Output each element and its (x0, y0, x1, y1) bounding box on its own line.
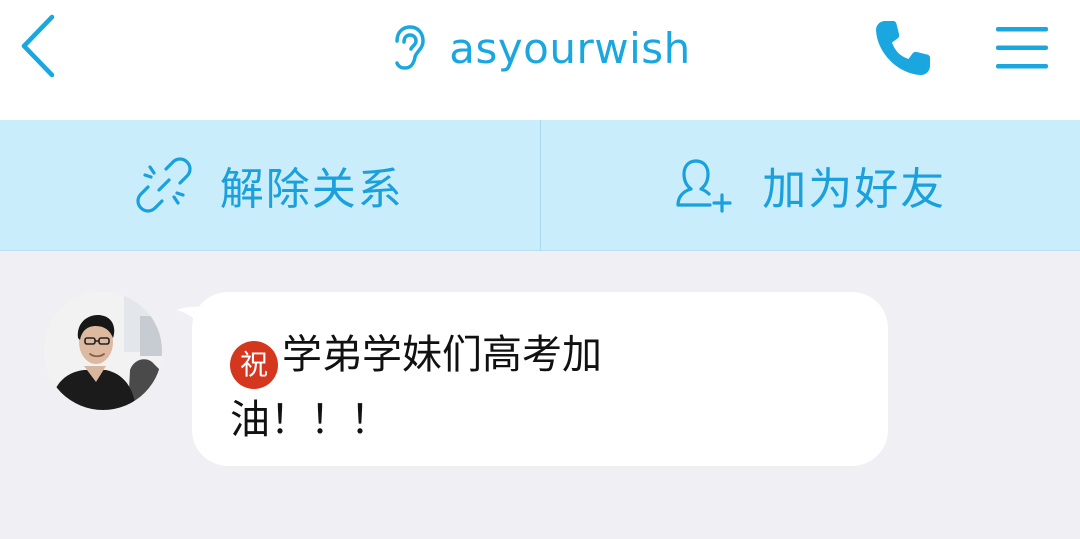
chat-menu-button[interactable] (984, 10, 1060, 86)
back-button[interactable] (10, 10, 66, 82)
chat-message-list: 祝学弟学妹们高考加油！！！ (0, 252, 1080, 539)
blessing-emoji-icon: 祝 (230, 341, 278, 389)
hamburger-menu-icon (996, 27, 1048, 69)
broken-link-icon (136, 157, 192, 213)
voice-call-button[interactable] (862, 8, 942, 88)
add-friend-button[interactable]: 加为好友 (539, 120, 1080, 250)
avatar[interactable] (44, 292, 162, 410)
relationship-action-bar: 解除关系 加为好友 (0, 120, 1080, 251)
add-friend-label: 加为好友 (762, 164, 947, 215)
chevron-left-icon (21, 14, 55, 78)
ear-icon (395, 25, 425, 70)
avatar-photo (44, 292, 162, 410)
remove-relationship-button[interactable]: 解除关系 (0, 120, 540, 250)
chat-title: asyourwish (449, 23, 691, 73)
remove-relationship-label: 解除关系 (219, 164, 404, 215)
message-text-block: 祝学弟学妹们高考加油！！！ (230, 324, 700, 451)
top-navigation-bar: asyourwish (0, 0, 1080, 120)
phone-icon (876, 21, 930, 75)
message-text: 学弟学妹们高考加油！！！ (230, 332, 602, 443)
add-friend-icon (676, 159, 732, 213)
message-bubble[interactable]: 祝学弟学妹们高考加油！！！ (192, 292, 888, 466)
